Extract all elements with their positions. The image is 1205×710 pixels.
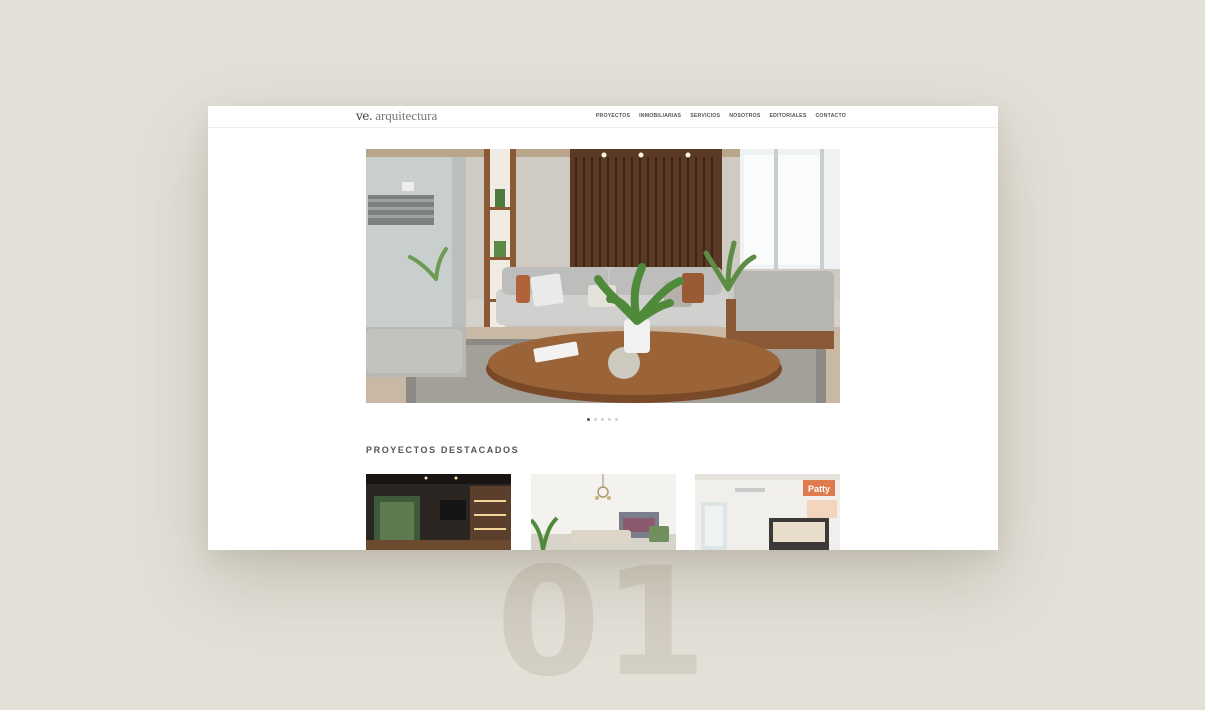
hero-slider-image[interactable] bbox=[366, 149, 840, 403]
project-card-2[interactable] bbox=[531, 474, 676, 550]
featured-projects-title: PROYECTOS DESTACADOS bbox=[366, 445, 520, 455]
site-header: ve. arquitectura PROYECTOS INMOBILIARIAS… bbox=[208, 106, 998, 128]
slider-dot-1[interactable] bbox=[587, 418, 590, 421]
logo-text: arquitectura bbox=[375, 108, 438, 123]
nav-servicios[interactable]: SERVICIOS bbox=[690, 113, 720, 119]
retail-store-image: Patty bbox=[695, 474, 840, 550]
project-card-1[interactable] bbox=[366, 474, 511, 550]
site-logo[interactable]: ve. arquitectura bbox=[356, 108, 437, 124]
dark-interior-image bbox=[366, 474, 511, 550]
project-card-3[interactable]: Patty bbox=[695, 474, 840, 550]
nav-proyectos[interactable]: PROYECTOS bbox=[596, 113, 630, 119]
slider-dot-3[interactable] bbox=[601, 418, 604, 421]
nav-contacto[interactable]: CONTACTO bbox=[815, 113, 846, 119]
logo-mark: ve. bbox=[356, 109, 373, 123]
nav-nosotros[interactable]: NOSOTROS bbox=[729, 113, 760, 119]
main-nav: PROYECTOS INMOBILIARIAS SERVICIOS NOSOTR… bbox=[596, 113, 846, 119]
website-screenshot: ve. arquitectura PROYECTOS INMOBILIARIAS… bbox=[208, 106, 998, 550]
showcase-number: 01 bbox=[496, 536, 709, 710]
nav-editoriales[interactable]: EDITORIALES bbox=[770, 113, 807, 119]
store-sign-text: Patty bbox=[808, 484, 830, 494]
slider-dot-5[interactable] bbox=[615, 418, 618, 421]
slider-dots bbox=[587, 418, 618, 421]
slider-dot-2[interactable] bbox=[594, 418, 597, 421]
living-room-illustration bbox=[366, 149, 840, 403]
nav-inmobiliarias[interactable]: INMOBILIARIAS bbox=[639, 113, 681, 119]
bright-living-room-image bbox=[531, 474, 676, 550]
slider-dot-4[interactable] bbox=[608, 418, 611, 421]
